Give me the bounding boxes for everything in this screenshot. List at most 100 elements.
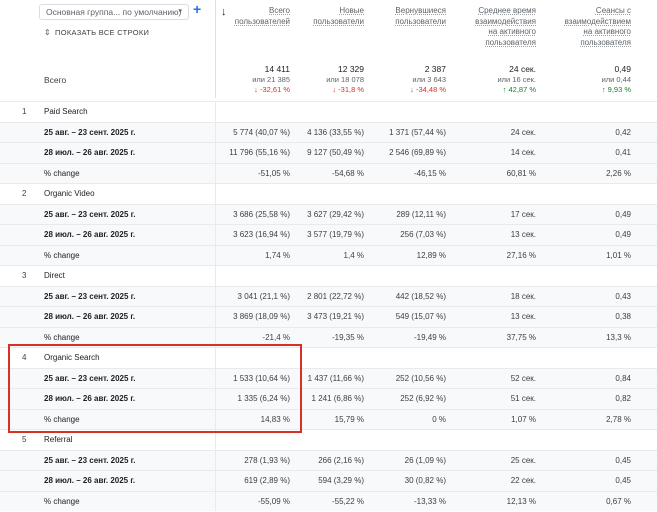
dimension-select-value: Основная группа... по умолчанию) xyxy=(46,7,182,17)
table-cell: -46,15 % xyxy=(413,168,446,178)
table-cell: 26 (1,09 %) xyxy=(404,455,446,465)
column-divider xyxy=(215,266,216,286)
column-header-line: взаимодействия xyxy=(475,16,536,26)
column-header-line: Среднее время xyxy=(478,6,536,15)
column-header-3[interactable]: Вернувшиеся пользователи xyxy=(366,6,446,27)
column-header-line: Новые xyxy=(339,6,364,15)
column-divider xyxy=(215,491,216,511)
table-cell: 3 473 (19,21 %) xyxy=(307,312,364,321)
row-label[interactable]: Organic Video xyxy=(44,189,95,198)
table-cell: 13,3 % xyxy=(606,332,631,342)
table-cell: -13,33 % xyxy=(413,496,446,506)
table-cell: 1,4 % xyxy=(343,250,364,260)
table-cell: 60,81 % xyxy=(506,168,536,178)
total-sub: или 3 643 xyxy=(412,74,446,84)
table-cell: 278 (1,93 %) xyxy=(244,455,290,465)
add-dimension-button[interactable]: + xyxy=(193,1,201,17)
table-cell: 1,01 % xyxy=(606,250,631,260)
show-all-rows-label: ПОКАЗАТЬ ВСЕ СТРОКИ xyxy=(55,28,150,37)
table-cell: 27,16 % xyxy=(506,250,536,260)
table-cell: -55,09 % xyxy=(257,496,290,506)
column-divider xyxy=(215,368,216,388)
table-row: 25 авг. – 23 сент. 2025 г. 278 (1,93 %) 26… xyxy=(0,449,657,470)
column-header-4[interactable]: Среднее время взаимодействия на активного п… xyxy=(452,6,536,48)
table-cell: -19,49 % xyxy=(413,332,446,342)
row-label[interactable]: Paid Search xyxy=(44,107,88,116)
table-cell: 1,74 % xyxy=(265,250,290,260)
row-label: % change xyxy=(44,332,80,342)
column-header-5[interactable]: Сеансы с взаимодействием на активного польз… xyxy=(545,6,631,48)
change-row: % change -51,05 % -54,68 % -46,15 % 60,81 % 2… xyxy=(0,162,657,183)
table-cell: 0,84 xyxy=(615,373,631,383)
column-header-line: взаимодействием xyxy=(564,16,631,26)
table-cell: 2 546 (69,89 %) xyxy=(389,148,446,157)
total-sub: или 21 385 xyxy=(252,74,290,84)
total-change: ↓ -32,61 % xyxy=(254,85,290,94)
table-cell: 22 сек. xyxy=(510,476,536,485)
table-cell: 18 сек. xyxy=(510,291,536,301)
row-label[interactable]: Organic Search xyxy=(44,353,100,362)
table-cell: 0,67 % xyxy=(606,496,631,506)
row-label: % change xyxy=(44,414,80,424)
column-divider xyxy=(215,143,216,163)
row-label: % change xyxy=(44,250,80,260)
total-cell-5: 0,49 или 0,44 ↑ 9,93 % xyxy=(545,64,631,96)
row-label[interactable]: Referral xyxy=(44,435,72,444)
row-index: 2 xyxy=(22,189,27,198)
row-label: 25 авг. – 23 сент. 2025 г. xyxy=(44,455,136,465)
column-header-2[interactable]: Новые пользователи xyxy=(292,6,364,27)
column-header-line: пользователи xyxy=(313,16,364,26)
table-cell: -54,68 % xyxy=(331,168,364,178)
total-change: ↓ -31,8 % xyxy=(332,85,364,94)
table-cell: 0,49 xyxy=(615,230,631,239)
row-label: 25 авг. – 23 сент. 2025 г. xyxy=(44,127,136,137)
row-label: 25 авг. – 23 сент. 2025 г. xyxy=(44,209,136,219)
column-divider xyxy=(215,389,216,409)
row-label: 25 авг. – 23 сент. 2025 г. xyxy=(44,291,136,301)
row-label: 28 июл. – 26 авг. 2025 г. xyxy=(44,394,136,403)
row-label: 28 июл. – 26 авг. 2025 г. xyxy=(44,230,136,239)
column-header-line: пользователя xyxy=(485,37,536,47)
table-cell: 2,26 % xyxy=(606,168,631,178)
table-cell: 5 774 (40,07 %) xyxy=(233,127,290,137)
change-row: % change -21,4 % -19,35 % -19,49 % 37,75 % 13… xyxy=(0,326,657,347)
row-index: 1 xyxy=(22,107,27,116)
total-cell-3: 2 387 или 3 643 ↓ -34,48 % xyxy=(366,64,446,96)
table-cell: 3 041 (21,1 %) xyxy=(237,291,290,301)
table-cell: 2,78 % xyxy=(606,414,631,424)
show-all-rows-button[interactable]: ⇕ ПОКАЗАТЬ ВСЕ СТРОКИ xyxy=(44,28,149,37)
row-label: 28 июл. – 26 авг. 2025 г. xyxy=(44,312,136,321)
table-row: 28 июл. – 26 авг. 2025 г. 1 335 (6,24 %) 1… xyxy=(0,388,657,409)
total-value: 2 387 xyxy=(424,64,446,74)
table-row: 25 авг. – 23 сент. 2025 г. 3 686 (25,58 %… xyxy=(0,203,657,224)
column-header-line: Сеансы с xyxy=(595,6,631,15)
row-label: % change xyxy=(44,168,80,178)
table-cell: 15,79 % xyxy=(334,414,364,424)
row-label: % change xyxy=(44,496,80,506)
table-cell: 13 сек. xyxy=(510,312,536,321)
column-header-line: пользователя xyxy=(580,37,631,47)
column-divider xyxy=(215,348,216,368)
table-cell: 13 сек. xyxy=(510,230,536,239)
dimension-select[interactable]: Основная группа... по умолчанию) ▾ xyxy=(39,4,189,20)
table-cell: 0,41 xyxy=(615,148,631,157)
row-index: 5 xyxy=(22,435,27,444)
table-cell: 594 (3,29 %) xyxy=(318,476,364,485)
column-divider xyxy=(215,163,216,183)
group-row: 3 Direct xyxy=(0,265,657,286)
table-cell: 1 533 (10,64 %) xyxy=(233,373,290,383)
table-cell: 11 796 (55,16 %) xyxy=(229,148,290,157)
table-cell: 2 801 (22,72 %) xyxy=(307,291,364,301)
group-row: 5 Referral xyxy=(0,429,657,450)
total-cell-2: 12 329 или 18 078 ↓ -31,8 % xyxy=(292,64,364,96)
table-row: 25 авг. – 23 сент. 2025 г. 5 774 (40,07 %… xyxy=(0,121,657,142)
row-label[interactable]: Direct xyxy=(44,271,65,280)
table-cell: 0,82 xyxy=(615,394,631,403)
table-cell: 0,43 xyxy=(615,291,631,301)
column-header-1[interactable]: Всего пользователей xyxy=(218,6,290,27)
total-label: Всего xyxy=(44,75,67,85)
table-row: 28 июл. – 26 авг. 2025 г. 619 (2,89 %) 594… xyxy=(0,470,657,491)
group-row: 2 Organic Video xyxy=(0,183,657,204)
group-row: 4 Organic Search xyxy=(0,347,657,368)
table-cell: 0,42 xyxy=(615,127,631,137)
